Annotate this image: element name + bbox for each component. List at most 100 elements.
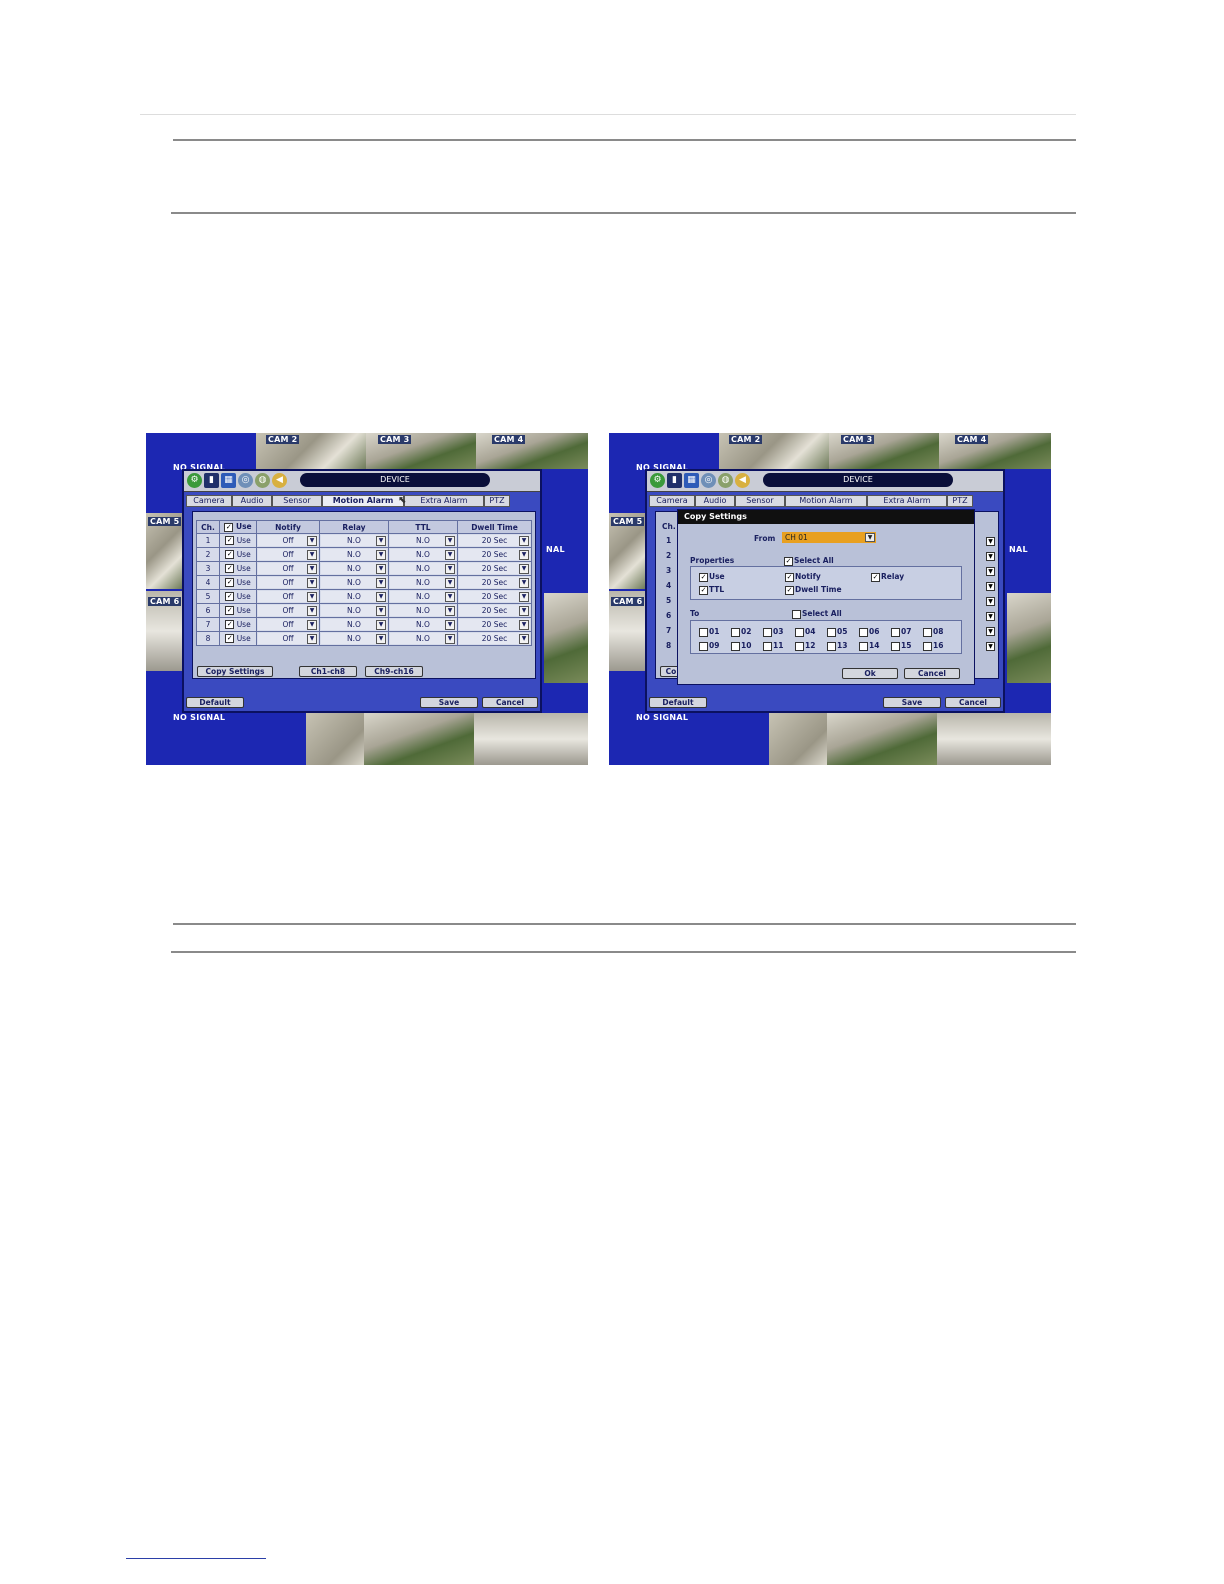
- speaker-icon[interactable]: ◀: [272, 473, 287, 488]
- notify-checkbox[interactable]: ✓: [785, 573, 794, 582]
- chevron-down-icon[interactable]: ▼: [986, 627, 995, 636]
- ttl-select[interactable]: N.O ▼: [388, 603, 458, 618]
- chevron-down-icon[interactable]: ▼: [986, 552, 995, 561]
- use-checkbox[interactable]: ✓: [225, 536, 235, 546]
- chevron-down-icon[interactable]: ▼: [986, 597, 995, 606]
- monitor-icon[interactable]: ▮: [667, 473, 682, 488]
- tab-sensor[interactable]: Sensor: [735, 495, 785, 507]
- relay-select[interactable]: N.O ▼: [319, 547, 389, 562]
- use-checkbox[interactable]: ✓: [699, 573, 708, 582]
- channel-checkbox[interactable]: [731, 628, 740, 637]
- channel-checkbox[interactable]: [699, 642, 708, 651]
- dwell-time-select[interactable]: 20 Sec ▼: [457, 575, 532, 590]
- use-checkbox[interactable]: ✓: [225, 634, 235, 644]
- use-checkbox[interactable]: ✓: [225, 578, 235, 588]
- relay-select[interactable]: N.O ▼: [319, 533, 389, 548]
- dwell-time-select[interactable]: 20 Sec ▼: [457, 603, 532, 618]
- use-checkbox[interactable]: ✓: [225, 620, 235, 630]
- relay-select[interactable]: N.O ▼: [319, 603, 389, 618]
- notify-select[interactable]: Off ▼: [256, 589, 320, 604]
- channel-checkbox[interactable]: [699, 628, 708, 637]
- channel-checkbox[interactable]: [891, 642, 900, 651]
- tab-audio[interactable]: Audio: [232, 495, 272, 507]
- notify-select[interactable]: Off ▼: [256, 617, 320, 632]
- ttl-select[interactable]: N.O ▼: [388, 533, 458, 548]
- globe-icon[interactable]: ◍: [718, 473, 733, 488]
- default-button[interactable]: Default: [186, 697, 244, 708]
- channel-checkbox[interactable]: [923, 628, 932, 637]
- channel-checkbox[interactable]: [763, 628, 772, 637]
- ttl-checkbox[interactable]: ✓: [699, 586, 708, 595]
- tab-ptz[interactable]: PTZ: [484, 495, 510, 507]
- gear-icon[interactable]: ⚙: [650, 473, 665, 488]
- network-icon[interactable]: ◎: [238, 473, 253, 488]
- use-checkbox[interactable]: ✓: [225, 606, 235, 616]
- ch9-ch16-button[interactable]: Ch9-ch16: [365, 666, 423, 677]
- tab-sensor[interactable]: Sensor: [272, 495, 322, 507]
- default-button[interactable]: Default: [649, 697, 707, 708]
- dwell-time-select[interactable]: 20 Sec ▼: [457, 631, 532, 646]
- properties-select-all-checkbox[interactable]: ✓: [784, 557, 793, 566]
- channel-checkbox[interactable]: [859, 642, 868, 651]
- use-all-checkbox[interactable]: ✓: [224, 522, 234, 532]
- channel-checkbox[interactable]: [891, 628, 900, 637]
- dwell-time-select[interactable]: 20 Sec ▼: [457, 561, 532, 576]
- notify-select[interactable]: Off ▼: [256, 603, 320, 618]
- network-icon[interactable]: ◎: [701, 473, 716, 488]
- save-button[interactable]: Save: [420, 697, 478, 708]
- relay-select[interactable]: N.O ▼: [319, 575, 389, 590]
- ch1-ch8-button[interactable]: Ch1-ch8: [299, 666, 357, 677]
- relay-select[interactable]: N.O ▼: [319, 617, 389, 632]
- relay-select[interactable]: N.O ▼: [319, 631, 389, 646]
- channel-checkbox[interactable]: [763, 642, 772, 651]
- notify-select[interactable]: Off ▼: [256, 561, 320, 576]
- to-select-all-checkbox[interactable]: [792, 610, 801, 619]
- relay-checkbox[interactable]: ✓: [871, 573, 880, 582]
- channel-checkbox[interactable]: [795, 642, 804, 651]
- chevron-down-icon[interactable]: ▼: [986, 537, 995, 546]
- copy-settings-button[interactable]: Copy Settings: [197, 666, 273, 677]
- save-button[interactable]: Save: [883, 697, 941, 708]
- dwell-time-select[interactable]: 20 Sec ▼: [457, 533, 532, 548]
- ttl-select[interactable]: N.O ▼: [388, 589, 458, 604]
- calendar-icon[interactable]: ▦: [221, 473, 236, 488]
- ttl-select[interactable]: N.O ▼: [388, 631, 458, 646]
- use-checkbox[interactable]: ✓: [225, 592, 235, 602]
- dwell-time-select[interactable]: 20 Sec ▼: [457, 617, 532, 632]
- tab-camera[interactable]: Camera: [649, 495, 695, 507]
- notify-select[interactable]: Off ▼: [256, 547, 320, 562]
- chevron-down-icon[interactable]: ▼: [986, 582, 995, 591]
- channel-checkbox[interactable]: [827, 642, 836, 651]
- channel-checkbox[interactable]: [859, 628, 868, 637]
- notify-select[interactable]: Off ▼: [256, 533, 320, 548]
- relay-select[interactable]: N.O ▼: [319, 589, 389, 604]
- tab-audio[interactable]: Audio: [695, 495, 735, 507]
- cancel-button[interactable]: Cancel: [945, 697, 1001, 708]
- ttl-select[interactable]: N.O ▼: [388, 617, 458, 632]
- speaker-icon[interactable]: ◀: [735, 473, 750, 488]
- tab-extra-alarm[interactable]: Extra Alarm: [867, 495, 947, 507]
- dwell-time-checkbox[interactable]: ✓: [785, 586, 794, 595]
- notify-select[interactable]: Off ▼: [256, 631, 320, 646]
- monitor-icon[interactable]: ▮: [204, 473, 219, 488]
- relay-select[interactable]: N.O ▼: [319, 561, 389, 576]
- from-channel-select[interactable]: CH 01 ▼: [782, 532, 876, 543]
- dwell-time-select[interactable]: 20 Sec ▼: [457, 589, 532, 604]
- cancel-button[interactable]: Cancel: [482, 697, 538, 708]
- channel-checkbox[interactable]: [731, 642, 740, 651]
- chevron-down-icon[interactable]: ▼: [986, 612, 995, 621]
- use-checkbox[interactable]: ✓: [225, 564, 235, 574]
- tab-ptz[interactable]: PTZ: [947, 495, 973, 507]
- dwell-time-select[interactable]: 20 Sec ▼: [457, 547, 532, 562]
- gear-icon[interactable]: ⚙: [187, 473, 202, 488]
- chevron-down-icon[interactable]: ▼: [986, 642, 995, 651]
- ok-button[interactable]: Ok: [842, 668, 898, 679]
- tab-motion-alarm[interactable]: Motion Alarm: [322, 495, 404, 507]
- chevron-down-icon[interactable]: ▼: [986, 567, 995, 576]
- globe-icon[interactable]: ◍: [255, 473, 270, 488]
- tab-extra-alarm[interactable]: Extra Alarm: [404, 495, 484, 507]
- calendar-icon[interactable]: ▦: [684, 473, 699, 488]
- ttl-select[interactable]: N.O ▼: [388, 547, 458, 562]
- channel-checkbox[interactable]: [923, 642, 932, 651]
- ttl-select[interactable]: N.O ▼: [388, 575, 458, 590]
